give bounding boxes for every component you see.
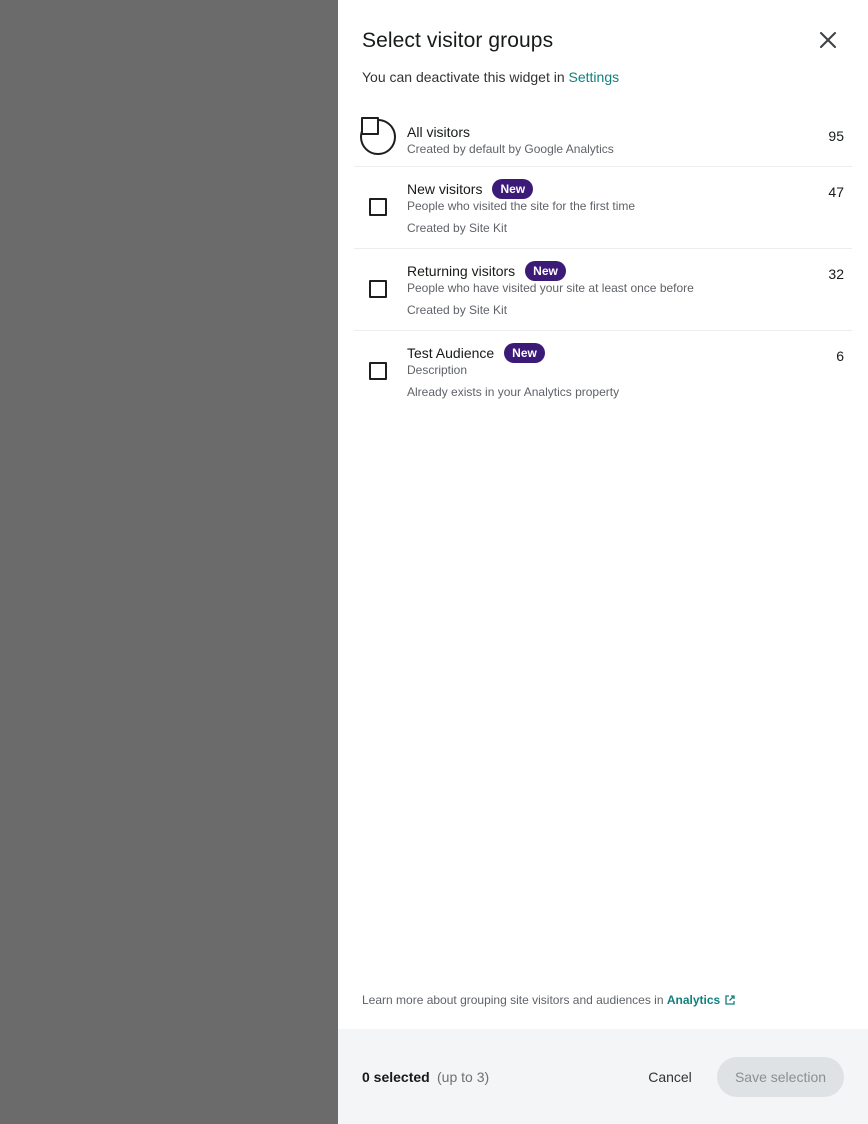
test-audience-checkbox[interactable] [369, 362, 387, 380]
list-item[interactable]: All visitors Created by default by Googl… [354, 110, 852, 167]
group-name: Test Audience New [407, 343, 545, 363]
all-visitors-checkbox[interactable] [361, 117, 379, 135]
select-visitor-groups-panel: Select visitor groups You can deactivate… [338, 0, 868, 1124]
selected-count: 0 selected [362, 1069, 430, 1085]
group-name: New visitors New [407, 179, 534, 199]
group-description: People who have visited your site at lea… [407, 281, 694, 295]
new-badge: New [504, 343, 545, 363]
list-item[interactable]: Test Audience New Description Already exi… [354, 331, 852, 411]
group-visitor-count: 32 [828, 266, 844, 282]
list-item[interactable]: New visitors New People who visited the s… [354, 167, 852, 249]
learn-more-prefix: Learn more about grouping site visitors … [362, 993, 664, 1007]
group-visitor-count: 6 [836, 348, 844, 364]
settings-link[interactable]: Settings [569, 69, 620, 85]
subtitle-text: You can deactivate this widget in [362, 69, 565, 85]
external-link-icon [725, 995, 735, 1005]
analytics-link-label: Analytics [666, 993, 721, 1007]
selection-limit: (up to 3) [437, 1069, 490, 1085]
close-button[interactable] [816, 28, 840, 52]
group-source: Created by Site Kit [407, 221, 508, 235]
group-description: Created by default by Google Analytics [407, 142, 614, 156]
panel-footer: 0 selected (up to 3) Cancel Save selecti… [338, 1029, 868, 1124]
group-description: Description [407, 363, 468, 377]
group-source: Created by Site Kit [407, 303, 508, 317]
group-name: Returning visitors New [407, 261, 566, 281]
new-visitors-checkbox[interactable] [369, 198, 387, 216]
group-source: Already exists in your Analytics propert… [407, 385, 620, 399]
save-selection-button[interactable]: Save selection [717, 1057, 844, 1097]
learn-more-text: Learn more about grouping site visitors … [362, 993, 736, 1007]
new-badge: New [492, 179, 534, 199]
group-description: People who visited the site for the firs… [407, 199, 636, 213]
close-icon [820, 32, 836, 48]
returning-visitors-checkbox[interactable] [369, 280, 387, 298]
list-item[interactable]: Returning visitors New People who have vi… [354, 249, 852, 331]
new-badge: New [525, 261, 566, 281]
group-name: All visitors [407, 124, 471, 140]
visitor-group-list: All visitors Created by default by Googl… [354, 110, 852, 411]
overlay-backdrop[interactable] [0, 0, 338, 1124]
group-visitor-count: 95 [828, 128, 844, 144]
analytics-link[interactable]: Analytics [667, 993, 736, 1007]
panel-title: Select visitor groups [362, 29, 554, 52]
group-visitor-count: 47 [828, 184, 844, 200]
panel-subtitle: You can deactivate this widget in Settin… [362, 69, 619, 85]
cancel-button[interactable]: Cancel [638, 1057, 702, 1097]
